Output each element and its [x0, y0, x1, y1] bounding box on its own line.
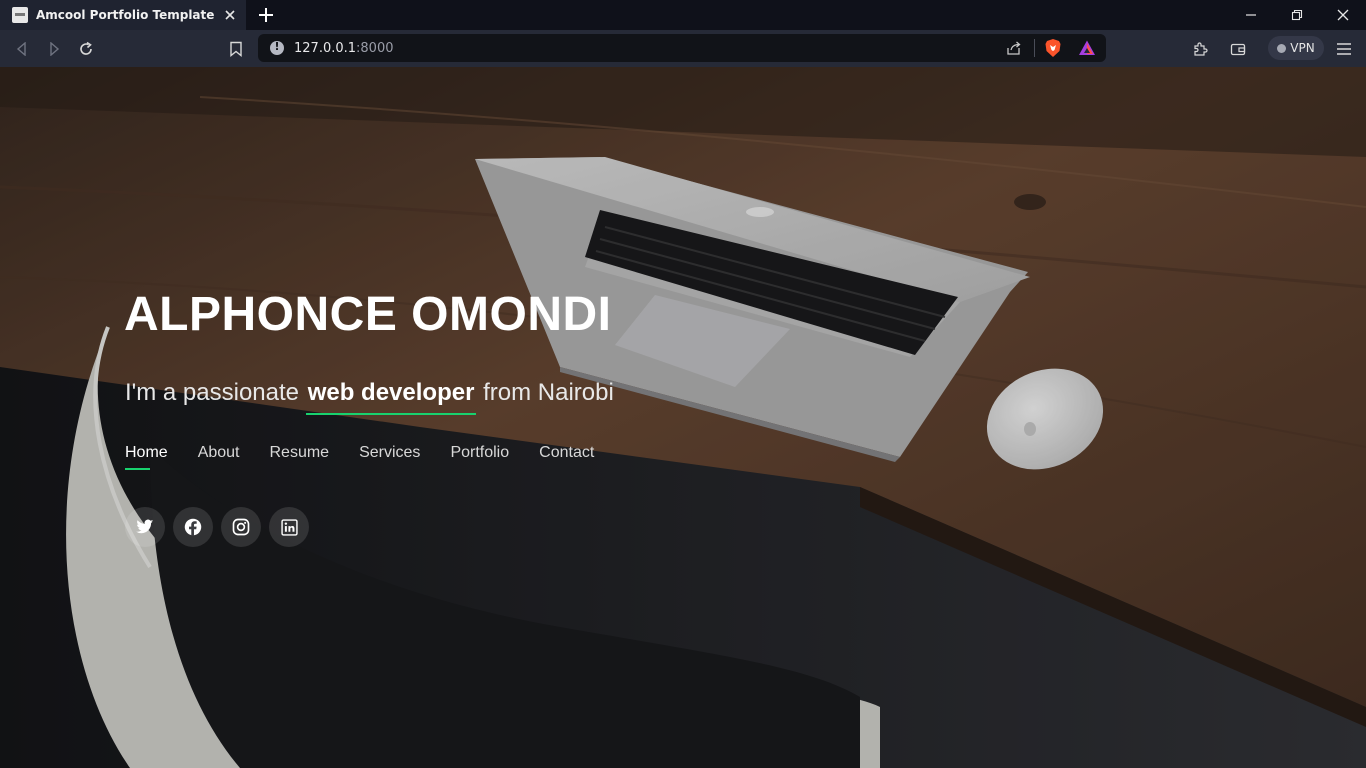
reload-icon — [80, 41, 92, 55]
forward-icon — [50, 42, 60, 56]
facebook-icon — [184, 518, 202, 536]
brave-rewards-icon[interactable] — [1078, 39, 1096, 57]
instagram-icon — [232, 518, 250, 536]
back-button[interactable] — [12, 39, 32, 59]
extensions-button[interactable] — [1190, 39, 1210, 59]
bookmark-icon — [230, 41, 242, 57]
wallet-button[interactable] — [1228, 39, 1248, 59]
tab-close-icon[interactable] — [222, 7, 238, 23]
extensions-icon — [1194, 42, 1208, 56]
hero-name: ALPHONCE OMONDI — [124, 288, 612, 341]
share-icon[interactable] — [1006, 40, 1022, 56]
linkedin-icon — [280, 518, 298, 536]
address-bar[interactable]: 127.0.0.1:8000 — [258, 34, 1106, 62]
linkedin-link[interactable] — [269, 507, 309, 547]
tab-title: Amcool Portfolio Template — [36, 8, 215, 22]
close-window-button[interactable] — [1320, 0, 1366, 30]
vpn-status-icon — [1277, 43, 1287, 53]
nav-services[interactable]: Services — [359, 444, 420, 470]
main-nav: Home About Resume Services Portfolio Con… — [125, 444, 624, 470]
nav-portfolio[interactable]: Portfolio — [450, 444, 509, 470]
toolbar-divider — [1034, 39, 1035, 57]
reload-button[interactable] — [76, 39, 96, 59]
social-links — [125, 507, 317, 547]
vpn-button[interactable]: VPN — [1268, 36, 1324, 60]
facebook-link[interactable] — [173, 507, 213, 547]
bookmark-button[interactable] — [226, 39, 246, 59]
hero-section: ALPHONCE OMONDI I'm a passionate web dev… — [0, 67, 1366, 768]
instagram-link[interactable] — [221, 507, 261, 547]
forward-button[interactable] — [44, 39, 64, 59]
typed-role: web developer — [305, 379, 477, 415]
back-icon — [16, 42, 26, 56]
wallet-icon — [1230, 43, 1246, 56]
nav-contact[interactable]: Contact — [539, 444, 594, 470]
nav-resume[interactable]: Resume — [270, 444, 330, 470]
maximize-button[interactable] — [1274, 0, 1320, 30]
url-text: 127.0.0.1:8000 — [294, 40, 394, 56]
minimize-button[interactable] — [1228, 0, 1274, 30]
nav-about[interactable]: About — [198, 444, 240, 470]
active-tab[interactable]: Amcool Portfolio Template — [0, 0, 246, 30]
browser-menu-button[interactable] — [1334, 39, 1354, 59]
site-info-icon[interactable] — [270, 40, 284, 55]
minimize-icon — [1246, 14, 1256, 16]
restore-icon — [1291, 9, 1303, 21]
tab-strip: Amcool Portfolio Template — [0, 0, 1366, 30]
hero-tagline: I'm a passionate web developer from Nair… — [125, 379, 614, 415]
browser-toolbar: 127.0.0.1:8000 VPN — [0, 30, 1366, 67]
hero-overlay — [0, 67, 1366, 768]
twitter-icon — [136, 519, 154, 534]
brave-shields-icon[interactable] — [1044, 38, 1062, 58]
vpn-label: VPN — [1290, 41, 1315, 55]
new-tab-icon[interactable] — [256, 5, 276, 25]
site-favicon-icon — [12, 7, 28, 23]
menu-icon — [1337, 43, 1351, 55]
close-icon — [1337, 9, 1349, 21]
nav-home[interactable]: Home — [125, 444, 168, 470]
twitter-link[interactable] — [125, 507, 165, 547]
